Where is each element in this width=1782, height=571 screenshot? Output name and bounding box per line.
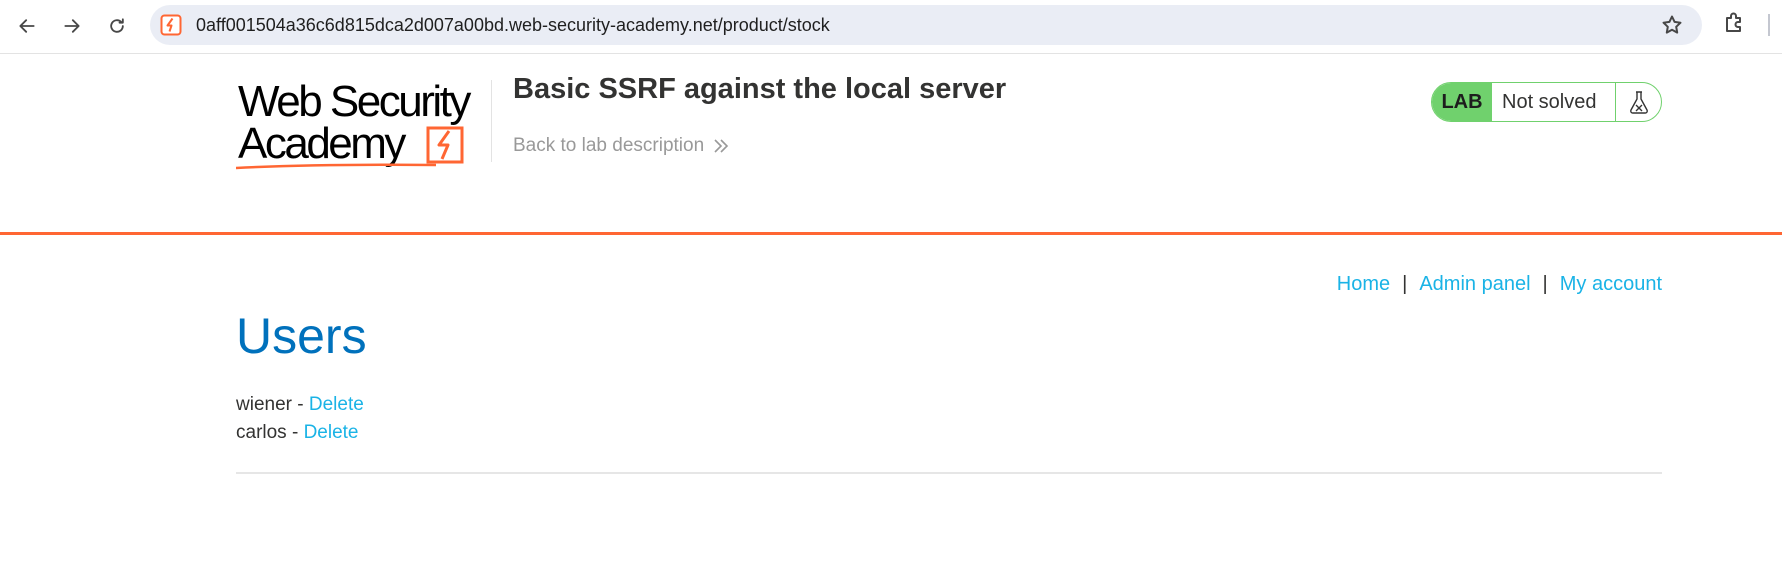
nav-separator: | xyxy=(1402,273,1408,295)
reload-icon xyxy=(110,18,124,33)
extensions-icon[interactable] xyxy=(1722,10,1748,36)
forward-arrow-icon xyxy=(64,19,80,33)
back-arrow-icon xyxy=(19,19,35,33)
list-item: carlos - Delete xyxy=(236,419,364,447)
separator: - xyxy=(291,394,309,415)
header-divider xyxy=(491,80,492,162)
username: wiener xyxy=(236,394,292,415)
lab-tag: LAB xyxy=(1432,83,1492,121)
delete-user-link[interactable]: Delete xyxy=(304,422,359,443)
browser-toolbar: 0aff001504a36c6d815dca2d007a00bd.web-sec… xyxy=(0,0,1782,54)
address-bar[interactable]: 0aff001504a36c6d815dca2d007a00bd.web-sec… xyxy=(150,5,1702,45)
forward-button[interactable] xyxy=(55,9,89,43)
url-text[interactable]: 0aff001504a36c6d815dca2d007a00bd.web-sec… xyxy=(196,15,830,36)
nav-admin-panel-link[interactable]: Admin panel xyxy=(1419,273,1530,295)
top-navigation: Home | Admin panel | My account xyxy=(1337,273,1662,296)
username: carlos xyxy=(236,422,287,443)
nav-separator: | xyxy=(1542,273,1548,295)
content-divider xyxy=(236,472,1662,474)
web-security-academy-logo[interactable]: Web Security Academy xyxy=(236,76,488,172)
list-item: wiener - Delete xyxy=(236,391,364,419)
back-to-lab-description-link[interactable]: Back to lab description xyxy=(513,135,730,157)
page-title: Users xyxy=(236,308,367,364)
nav-home-link[interactable]: Home xyxy=(1337,273,1390,295)
delete-user-link[interactable]: Delete xyxy=(309,394,364,415)
svg-text:Academy: Academy xyxy=(238,119,406,168)
double-chevron-right-icon xyxy=(714,139,729,153)
lab-flask-icon-container xyxy=(1615,83,1661,121)
bookmark-star-icon[interactable] xyxy=(1660,13,1684,37)
back-button[interactable] xyxy=(10,9,44,43)
separator: - xyxy=(286,422,304,443)
lab-title: Basic SSRF against the local server xyxy=(513,73,1007,105)
back-link-label[interactable]: Back to lab description xyxy=(513,135,704,157)
nav-my-account-link[interactable]: My account xyxy=(1560,273,1662,295)
toolbar-divider xyxy=(1768,14,1770,36)
user-list: wiener - Delete carlos - Delete xyxy=(236,391,364,447)
site-favicon-icon[interactable] xyxy=(160,14,182,36)
reload-button[interactable] xyxy=(100,9,134,43)
header-accent-line xyxy=(0,232,1782,235)
lab-status-widget: LAB Not solved xyxy=(1431,82,1662,122)
lab-status-text: Not solved xyxy=(1502,90,1597,113)
flask-icon xyxy=(1629,91,1648,114)
